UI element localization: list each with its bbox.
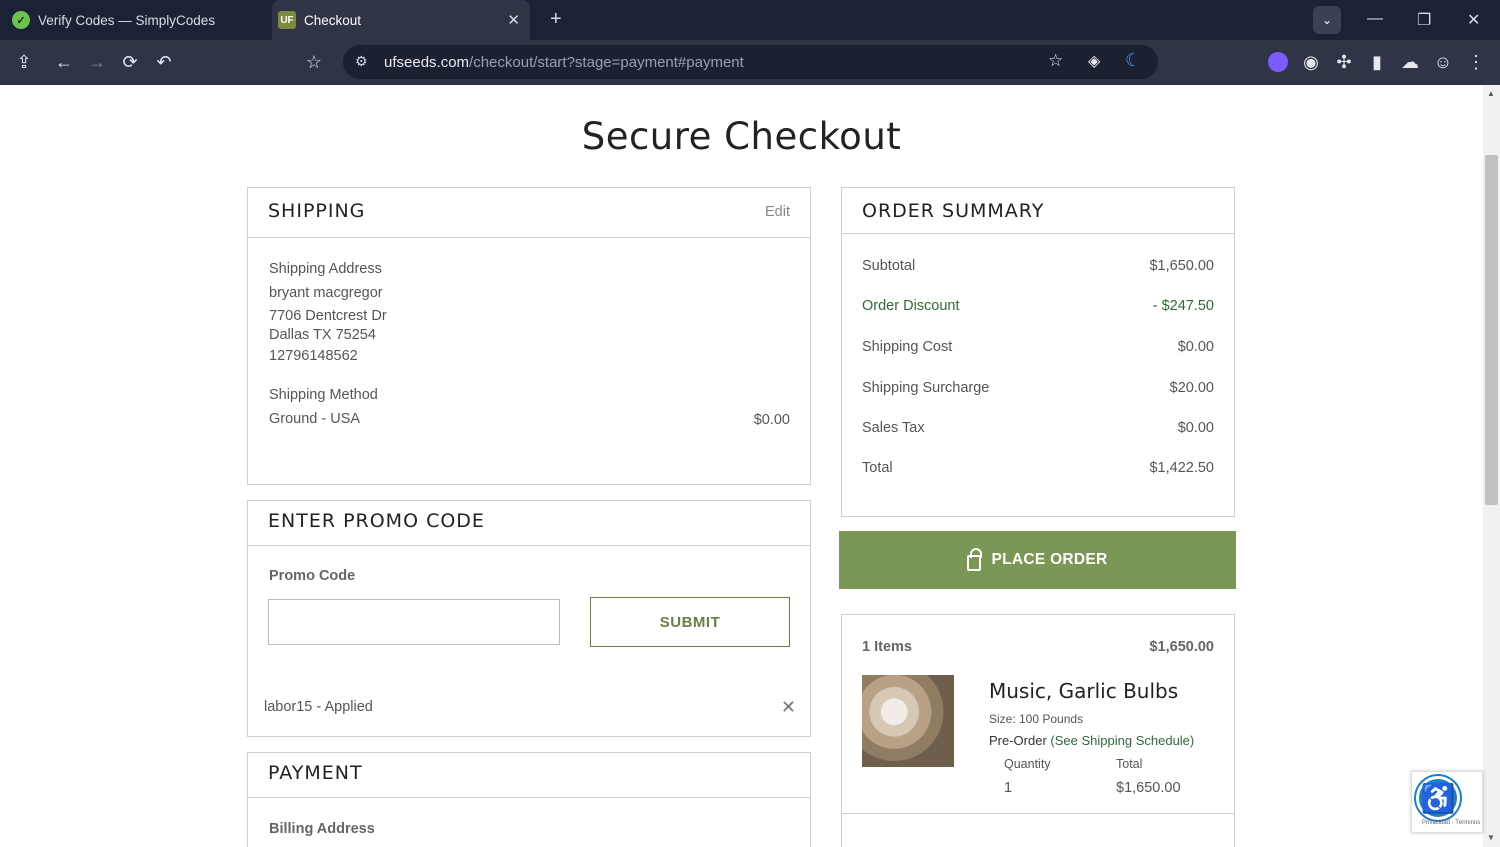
- payment-card: PAYMENT Billing Address: [247, 752, 811, 847]
- shipping-method-cost: $0.00: [753, 412, 790, 428]
- menu-kebab-icon[interactable]: ⋮: [1464, 50, 1488, 74]
- place-order-button[interactable]: PLACE ORDER: [839, 531, 1236, 589]
- checkout-page: Secure Checkout SHIPPING Edit Shipping A…: [0, 85, 1483, 847]
- browser-toolbar: ⇪ ← → ⟳ ↶ ☆ ⚙ ufseeds.com/checkout/start…: [0, 40, 1500, 85]
- summary-row-shipping-cost: Shipping Cost $0.00: [862, 339, 1214, 355]
- new-tab-icon[interactable]: +: [550, 8, 562, 31]
- browser-tab-bar: ✓ Verify Codes — SimplyCodes UF Checkout…: [0, 0, 1500, 40]
- undo-icon[interactable]: ↶: [152, 50, 176, 74]
- tab-checkout[interactable]: UF Checkout ✕: [272, 0, 530, 40]
- scrollbar-thumb[interactable]: [1485, 155, 1498, 505]
- extension-mask-icon[interactable]: ◉: [1299, 50, 1323, 74]
- shipping-method-label: Shipping Method: [269, 387, 378, 403]
- back-icon[interactable]: ←: [52, 50, 76, 74]
- next-card: [841, 813, 1235, 847]
- summary-row-shipping-surcharge: Shipping Surcharge $20.00: [862, 380, 1214, 396]
- promo-code-label: Promo Code: [269, 568, 356, 584]
- side-panel-icon[interactable]: ▮: [1365, 50, 1389, 74]
- profile-avatar-icon[interactable]: ☺: [1431, 50, 1455, 74]
- shipping-card: SHIPPING Edit Shipping Address bryant ma…: [247, 187, 811, 485]
- simplycodes-check-icon: ✓: [12, 11, 30, 29]
- tab-title: Checkout: [304, 12, 362, 28]
- order-summary-card: ORDER SUMMARY Subtotal $1,650.00 Order Di…: [841, 187, 1235, 517]
- url-text[interactable]: ufseeds.com/checkout/start?stage=payment…: [384, 54, 744, 71]
- star-icon[interactable]: ☆: [1048, 51, 1063, 71]
- billing-address-label: Billing Address: [269, 821, 375, 837]
- extension-purple-icon[interactable]: [1268, 52, 1288, 72]
- promo-code-input[interactable]: [268, 599, 560, 645]
- extension-layers-icon[interactable]: ◈: [1088, 51, 1100, 71]
- quantity-label: Quantity: [1004, 757, 1051, 771]
- recaptcha-text: Privacidad - Términos: [1422, 820, 1481, 826]
- promo-header: ENTER PROMO CODE: [248, 501, 810, 546]
- applied-promo-text: labor15 - Applied: [264, 699, 373, 715]
- shipping-schedule-link[interactable]: (See Shipping Schedule): [1050, 733, 1194, 748]
- close-window-icon[interactable]: ✕: [1467, 10, 1480, 30]
- items-total: $1,650.00: [1149, 639, 1214, 655]
- summary-row-sales-tax: Sales Tax $0.00: [862, 420, 1214, 436]
- items-count: 1 Items: [862, 639, 912, 655]
- summary-row-total: Total $1,422.50: [862, 460, 1214, 476]
- shipping-address-label: Shipping Address: [269, 261, 382, 277]
- uf-logo-icon: UF: [278, 11, 296, 29]
- shipping-street: 7706 Dentcrest Dr: [269, 308, 387, 324]
- tab-title: Verify Codes — SimplyCodes: [38, 12, 216, 28]
- page-scrollbar[interactable]: ▲ ▼: [1483, 85, 1500, 847]
- product-preorder: Pre-Order (See Shipping Schedule): [989, 733, 1195, 748]
- tab-simplycodes[interactable]: ✓ Verify Codes — SimplyCodes: [12, 0, 267, 40]
- line-total-value: $1,650.00: [1116, 780, 1181, 796]
- order-summary-header: ORDER SUMMARY: [842, 188, 1234, 234]
- shipping-name: bryant macgregor: [269, 285, 383, 301]
- forward-icon[interactable]: →: [85, 50, 109, 74]
- cloud-upload-icon[interactable]: ☁: [1398, 50, 1422, 74]
- accessibility-person-icon[interactable]: ♿: [1416, 776, 1460, 820]
- payment-header: PAYMENT: [248, 753, 810, 798]
- product-size: Size: 100 Pounds: [989, 712, 1084, 726]
- garlic-product-image[interactable]: [862, 675, 954, 767]
- address-bar[interactable]: ⚙ ufseeds.com/checkout/start?stage=payme…: [343, 45, 1158, 79]
- extensions-puzzle-icon[interactable]: ✣: [1332, 50, 1356, 74]
- shipping-header: SHIPPING: [248, 188, 810, 238]
- reload-icon[interactable]: ⟳: [118, 50, 142, 74]
- upload-icon[interactable]: ⇪: [12, 50, 36, 74]
- accessibility-widget[interactable]: ♿ Privacidad - Términos: [1411, 771, 1483, 833]
- summary-row-subtotal: Subtotal $1,650.00: [862, 258, 1214, 274]
- cart-items-card: 1 Items $1,650.00 Music, Garlic Bulbs Si…: [841, 614, 1235, 814]
- dark-mode-moon-icon[interactable]: ☾: [1125, 50, 1141, 71]
- edit-shipping-link[interactable]: Edit: [765, 204, 790, 220]
- close-tab-icon[interactable]: ✕: [507, 11, 520, 29]
- product-name[interactable]: Music, Garlic Bulbs: [989, 679, 1178, 703]
- shipping-phone: 12796148562: [269, 348, 358, 364]
- line-total-label: Total: [1116, 757, 1143, 771]
- promo-card: ENTER PROMO CODE Promo Code SUBMIT labor…: [247, 500, 811, 737]
- site-settings-icon[interactable]: ⚙: [355, 53, 368, 70]
- shipping-method: Ground - USA: [269, 411, 361, 427]
- restore-icon[interactable]: ❐: [1417, 10, 1431, 30]
- remove-promo-icon[interactable]: ✕: [781, 697, 796, 718]
- quantity-value: 1: [1004, 780, 1013, 796]
- scroll-up-icon[interactable]: ▲: [1487, 89, 1495, 98]
- lock-icon: [967, 548, 983, 571]
- tab-search-icon[interactable]: ⌄: [1313, 6, 1341, 34]
- minimize-icon[interactable]: —: [1367, 10, 1383, 28]
- page-title: Secure Checkout: [581, 115, 902, 158]
- bookmark-star-icon[interactable]: ☆: [302, 50, 326, 74]
- submit-promo-button[interactable]: SUBMIT: [590, 597, 790, 647]
- scroll-down-icon[interactable]: ▼: [1487, 833, 1495, 842]
- shipping-city: Dallas TX 75254: [269, 327, 376, 343]
- summary-row-discount: Order Discount - $247.50: [862, 298, 1214, 314]
